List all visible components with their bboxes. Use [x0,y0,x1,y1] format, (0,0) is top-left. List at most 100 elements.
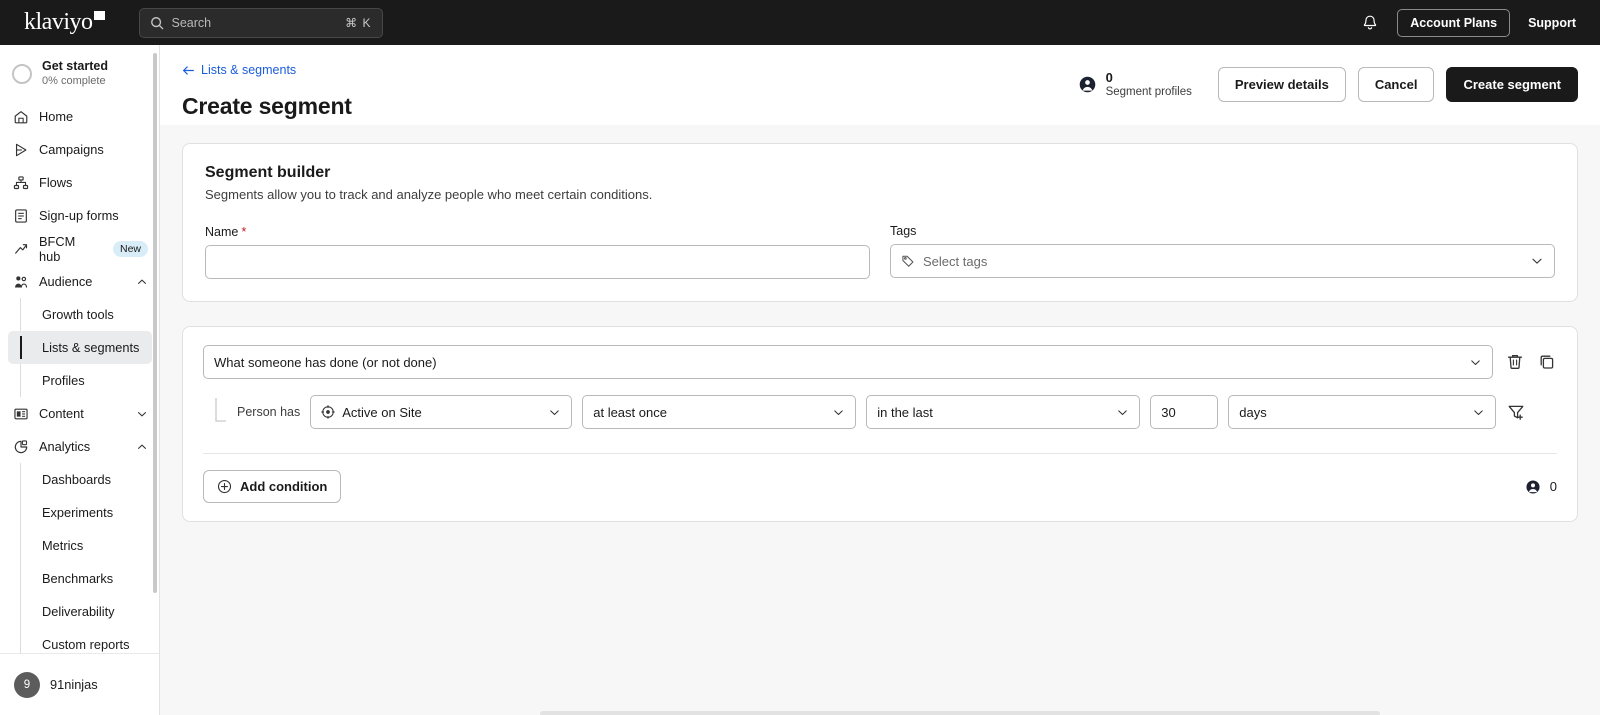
bottom-strip [160,711,1600,715]
sidebar-item-profiles[interactable]: Profiles [8,364,152,397]
sidebar-item-audience[interactable]: Audience [0,265,159,298]
timeframe-select[interactable]: in the last [866,395,1141,429]
sidebar-item-signup-forms[interactable]: Sign-up forms [0,199,159,232]
chevron-down-icon[interactable] [1472,406,1485,419]
sidebar-item-metrics[interactable]: Metrics [8,529,152,562]
klaviyo-logo[interactable]: klaviyo [24,9,105,36]
get-started-progress: 0% complete [42,75,106,87]
tags-label: Tags [890,224,917,238]
sidebar-scroll-area: Get started 0% complete Home Campaigns F… [0,45,159,653]
plus-circle-icon [217,479,232,494]
sidebar-item-analytics[interactable]: Analytics [0,430,159,463]
sidebar-item-benchmarks[interactable]: Benchmarks [8,562,152,595]
get-started-title: Get started [42,59,108,73]
page-header: Lists & segments Create segment 0 Segmen… [160,45,1600,125]
top-navigation-bar: klaviyo Search ⌘ K Account Plans Support [0,0,1600,45]
sidebar-item-campaigns[interactable]: Campaigns [0,133,159,166]
sidebar-scrollbar[interactable] [153,53,157,593]
chevron-down-icon[interactable] [136,408,148,420]
notification-bell-icon[interactable] [1361,14,1379,32]
segment-profiles-count: 0 [1105,69,1113,85]
sidebar-badge-new: New [112,240,148,257]
segment-profiles-stat: 0 Segment profiles [1078,70,1192,100]
frequency-select[interactable]: at least once [582,395,857,429]
sidebar-item-bfcm-hub[interactable]: BFCM hub New [0,232,159,265]
tags-field-group: Tags Select tags [890,224,1555,279]
cancel-button[interactable]: Cancel [1357,67,1435,102]
duration-value: 30 [1161,404,1176,420]
metric-value: Active on Site [342,404,422,420]
logo-flag-mark [93,11,105,20]
person-circle-icon [1079,76,1095,93]
sidebar-subitem-label: Metrics [42,538,84,553]
sidebar-item-label: Campaigns [39,142,104,157]
condition-type-select[interactable]: What someone has done (or not done) [203,345,1493,379]
sidebar-item-dashboards[interactable]: Dashboards [8,463,152,496]
condition-count-value: 0 [1549,479,1557,494]
duration-input[interactable]: 30 [1150,395,1219,429]
sidebar-subitem-label: Custom reports [42,637,130,652]
condition-type-row: What someone has done (or not done) [203,345,1557,379]
chevron-up-icon[interactable] [136,441,148,453]
preview-details-button[interactable]: Preview details [1217,67,1346,102]
send-icon [12,141,29,158]
tags-placeholder: Select tags [923,253,988,269]
sidebar-subitem-label: Benchmarks [42,571,114,586]
metric-select[interactable]: Active on Site [310,395,573,429]
target-icon [321,405,336,419]
avatar: 9 [14,671,40,698]
sidebar-subitem-label: Deliverability [42,604,115,619]
add-condition-label: Add condition [240,479,328,494]
chevron-down-icon[interactable] [832,406,845,419]
chevron-down-icon[interactable] [1116,406,1129,419]
sidebar-get-started[interactable]: Get started 0% complete [0,45,159,100]
tags-select[interactable]: Select tags [890,244,1555,278]
sidebar-item-deliverability[interactable]: Deliverability [8,595,152,628]
copy-icon[interactable] [1537,352,1557,372]
builder-fields-row: Name * Tags Select tags [205,224,1555,279]
account-switcher[interactable]: 9 91ninjas [0,653,159,715]
support-link[interactable]: Support [1528,16,1576,30]
content-canvas: Segment builder Segments allow you to tr… [160,125,1600,715]
add-condition-button[interactable]: Add condition [203,470,342,503]
trash-icon[interactable] [1505,352,1525,372]
sidebar-item-custom-reports[interactable]: Custom reports [8,628,152,653]
chevron-down-icon[interactable] [1469,356,1482,369]
account-name: 91ninjas [50,677,98,692]
topbar-actions: Account Plans Support [1361,8,1584,37]
page-header-actions: 0 Segment profiles Preview details Cance… [1078,67,1578,102]
sidebar-item-flows[interactable]: Flows [0,166,159,199]
sidebar-item-label: Audience [39,274,93,289]
analytics-icon [12,438,29,455]
person-circle-icon [1526,479,1540,494]
create-segment-button[interactable]: Create segment [1446,67,1578,102]
sidebar-item-label: Sign-up forms [39,208,119,223]
sidebar-item-label: Analytics [39,439,91,454]
sidebar-item-lists-segments[interactable]: Lists & segments [8,331,152,364]
search-input[interactable]: Search ⌘ K [138,7,383,38]
tags-label-wrap: Tags [890,224,1555,238]
chevron-down-icon[interactable] [1530,254,1544,268]
trending-up-icon [12,240,29,257]
filter-plus-icon[interactable] [1506,402,1526,422]
name-input[interactable] [205,245,870,279]
sidebar-item-experiments[interactable]: Experiments [8,496,152,529]
sidebar-subitem-label: Profiles [42,373,85,388]
required-asterisk: * [241,224,247,239]
sidebar-item-growth-tools[interactable]: Growth tools [8,298,152,331]
search-icon [150,16,163,29]
search-placeholder: Search [171,15,212,30]
duration-unit-select[interactable]: days [1228,395,1497,429]
sidebar-subitem-label: Dashboards [42,472,112,487]
home-icon [12,108,29,125]
sidebar-item-home[interactable]: Home [0,100,159,133]
breadcrumb[interactable]: Lists & segments [182,63,296,77]
chevron-up-icon[interactable] [136,276,148,288]
account-plans-button[interactable]: Account Plans [1397,8,1511,37]
chevron-down-icon[interactable] [548,406,561,419]
sidebar-audience-children: Growth tools Lists & segments Profiles [0,298,159,397]
segment-builder-card: Segment builder Segments allow you to tr… [182,143,1578,302]
sidebar-item-content[interactable]: Content [0,397,159,430]
timeframe-value: in the last [877,404,933,420]
duration-unit-value: days [1239,404,1267,420]
